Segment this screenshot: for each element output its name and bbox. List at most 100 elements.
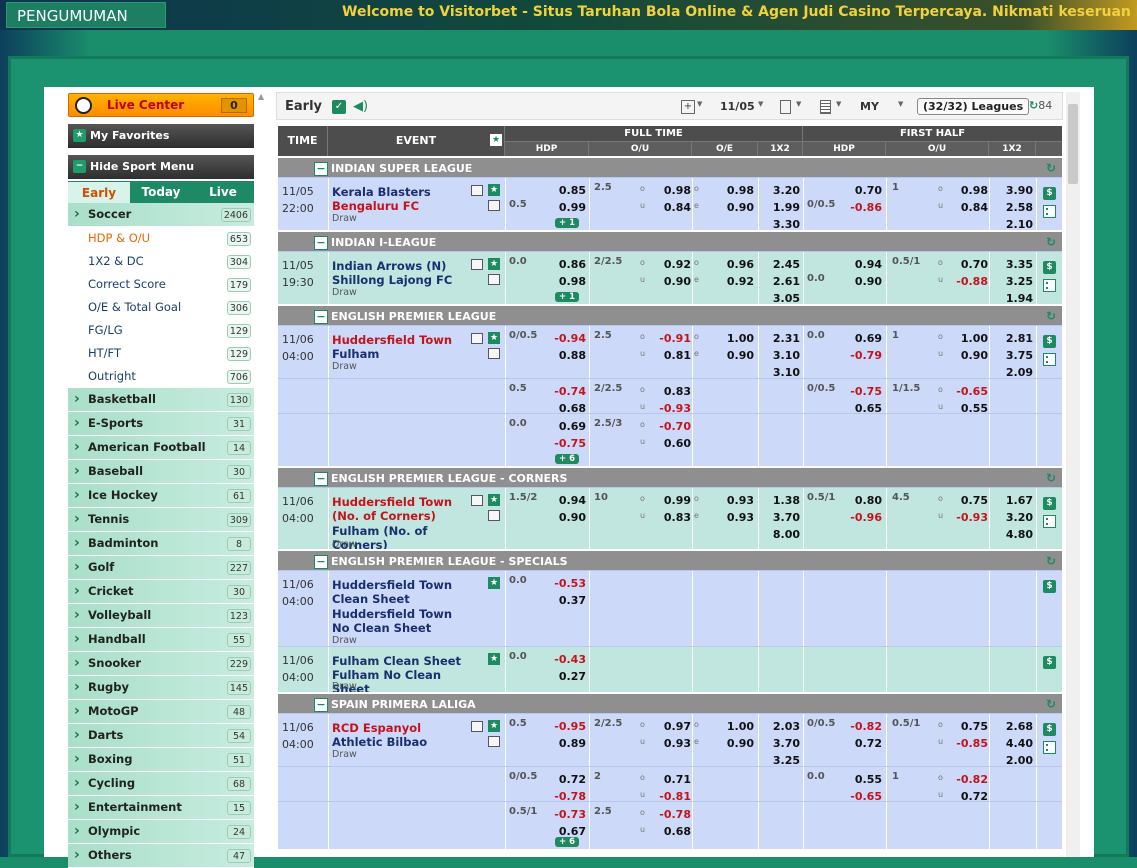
- odds-value[interactable]: 0.98: [548, 275, 586, 288]
- odds-value[interactable]: 4.80: [992, 528, 1033, 541]
- league-header[interactable]: SPAIN PRIMERA LALIGA ↻: [278, 692, 1062, 713]
- sidebar-item-darts[interactable]: Darts 54: [68, 724, 254, 748]
- refresh-icon[interactable]: ↻: [1046, 158, 1056, 179]
- odds-value[interactable]: -0.79: [844, 349, 882, 362]
- odds-value[interactable]: 3.35: [992, 258, 1033, 271]
- odds-value[interactable]: 0.90: [718, 349, 754, 362]
- odds-value[interactable]: -0.93: [950, 511, 988, 524]
- odds-value[interactable]: 3.70: [760, 511, 800, 524]
- odds-value[interactable]: -0.96: [844, 511, 882, 524]
- refresh-button[interactable]: ↻84: [1029, 99, 1052, 112]
- sidebar-item-cycling[interactable]: Cycling 68: [68, 772, 254, 796]
- live-center-button[interactable]: Live Center 0: [68, 93, 254, 117]
- sound-icon[interactable]: ◀): [353, 100, 368, 114]
- sidebar-item-olympic[interactable]: Olympic 24: [68, 820, 254, 844]
- refresh-icon[interactable]: ↻: [1046, 694, 1056, 715]
- stats-icon[interactable]: [1043, 279, 1056, 292]
- odds-value[interactable]: -0.88: [950, 275, 988, 288]
- more-bets-button[interactable]: + 1: [555, 292, 580, 302]
- odds-value[interactable]: 2.45: [760, 258, 800, 271]
- odds-value[interactable]: 0.96: [718, 258, 754, 271]
- refresh-icon[interactable]: ↻: [1046, 551, 1056, 572]
- favorite-star-icon[interactable]: ★: [488, 494, 500, 506]
- odds-value[interactable]: -0.85: [950, 737, 988, 750]
- odds-value[interactable]: 1.00: [718, 332, 754, 345]
- dollar-icon[interactable]: $: [1043, 335, 1056, 348]
- sidebar-item-tennis[interactable]: Tennis 309: [68, 508, 254, 532]
- sidebar-item-badminton[interactable]: Badminton 8: [68, 532, 254, 556]
- odds-value[interactable]: 3.70: [760, 737, 800, 750]
- away-team[interactable]: Shillong Lajong FC: [332, 273, 466, 287]
- sidebar-item-others[interactable]: Others 47: [68, 844, 254, 868]
- odds-value[interactable]: 0.72: [844, 737, 882, 750]
- odds-value[interactable]: 3.25: [992, 275, 1033, 288]
- tv-icon[interactable]: [471, 495, 483, 506]
- odds-value[interactable]: 0.80: [844, 494, 882, 507]
- sidebar-item-motogp[interactable]: MotoGP 48: [68, 700, 254, 724]
- view-mode-icon[interactable]: [820, 100, 831, 114]
- odds-value[interactable]: 0.70: [950, 258, 988, 271]
- tv-icon[interactable]: [471, 185, 483, 196]
- odds-value[interactable]: 3.20: [992, 511, 1033, 524]
- odds-value[interactable]: 0.37: [548, 594, 586, 607]
- chevron-down-icon[interactable]: ▼: [898, 100, 903, 108]
- sidebar-item-soccer[interactable]: Soccer 2406: [68, 203, 254, 227]
- page-scrollbar-thumb[interactable]: [1068, 104, 1078, 184]
- favorite-star-icon[interactable]: ★: [488, 653, 500, 665]
- odds-value[interactable]: -0.75: [844, 385, 882, 398]
- date-select[interactable]: 11/05: [720, 100, 755, 113]
- odds-value[interactable]: 0.90: [718, 737, 754, 750]
- stats-icon[interactable]: [1043, 205, 1056, 218]
- odds-value[interactable]: 0.92: [718, 275, 754, 288]
- odds-value[interactable]: 0.83: [653, 385, 691, 398]
- odds-value[interactable]: 2.58: [992, 201, 1033, 214]
- odds-value[interactable]: -0.43: [548, 653, 586, 666]
- refresh-icon[interactable]: ↻: [1046, 232, 1056, 253]
- odds-value[interactable]: 0.93: [653, 737, 691, 750]
- sidebar-item-volleyball[interactable]: Volleyball 123: [68, 604, 254, 628]
- odds-value[interactable]: -0.78: [653, 808, 691, 821]
- favorite-star-icon[interactable]: ★: [488, 258, 500, 270]
- sidebar-item-snooker[interactable]: Snooker 229: [68, 652, 254, 676]
- odds-value[interactable]: 0.27: [548, 670, 586, 683]
- odds-value[interactable]: 3.90: [992, 184, 1033, 197]
- sidebar-item-baseball[interactable]: Baseball 30: [68, 460, 254, 484]
- more-bets-button[interactable]: + 6: [555, 837, 580, 847]
- odds-value[interactable]: 0.85: [548, 184, 586, 197]
- sidebar-subitem[interactable]: 1X2 & DC 304: [68, 250, 254, 273]
- home-team[interactable]: Huddersfield Town Clean Sheet: [332, 578, 466, 606]
- chevron-down-icon[interactable]: ▼: [758, 100, 763, 108]
- odds-value[interactable]: -0.82: [844, 720, 882, 733]
- away-team[interactable]: Fulham: [332, 347, 466, 361]
- odds-value[interactable]: 3.20: [760, 184, 800, 197]
- odds-value[interactable]: 1.99: [760, 201, 800, 214]
- odds-value[interactable]: 0.90: [548, 511, 586, 524]
- odds-value[interactable]: 8.00: [760, 528, 800, 541]
- home-team[interactable]: Huddersfield Town: [332, 333, 452, 347]
- odds-value[interactable]: 0.99: [653, 494, 691, 507]
- sidebar-item-entertainment[interactable]: Entertainment 15: [68, 796, 254, 820]
- sidebar-scroll-up-icon[interactable]: ▲: [258, 92, 272, 104]
- odds-value[interactable]: -0.95: [548, 720, 586, 733]
- odds-value[interactable]: 2.03: [760, 720, 800, 733]
- odds-value[interactable]: 1.00: [950, 332, 988, 345]
- odds-value[interactable]: 0.98: [653, 184, 691, 197]
- calendar-icon[interactable]: [488, 348, 500, 359]
- stats-icon[interactable]: [1043, 741, 1056, 754]
- checkbox-icon[interactable]: ✓: [332, 100, 346, 114]
- home-team[interactable]: RCD Espanyol: [332, 721, 421, 735]
- odds-value[interactable]: 3.10: [760, 349, 800, 362]
- dollar-icon[interactable]: $: [1043, 187, 1056, 200]
- odds-value[interactable]: 0.90: [653, 275, 691, 288]
- sidebar-item-ice-hockey[interactable]: Ice Hockey 61: [68, 484, 254, 508]
- odds-value[interactable]: 1.38: [760, 494, 800, 507]
- odds-value[interactable]: 0.55: [844, 773, 882, 786]
- favorite-star-icon[interactable]: ★: [490, 134, 502, 146]
- odds-value[interactable]: 0.75: [950, 720, 988, 733]
- sidebar-item-golf[interactable]: Golf 227: [68, 556, 254, 580]
- calendar-icon[interactable]: [488, 736, 500, 747]
- away-team[interactable]: Huddersfield Town No Clean Sheet: [332, 607, 466, 635]
- odds-value[interactable]: 2.81: [992, 332, 1033, 345]
- odds-value[interactable]: 0.90: [718, 201, 754, 214]
- odds-value[interactable]: 0.86: [548, 258, 586, 271]
